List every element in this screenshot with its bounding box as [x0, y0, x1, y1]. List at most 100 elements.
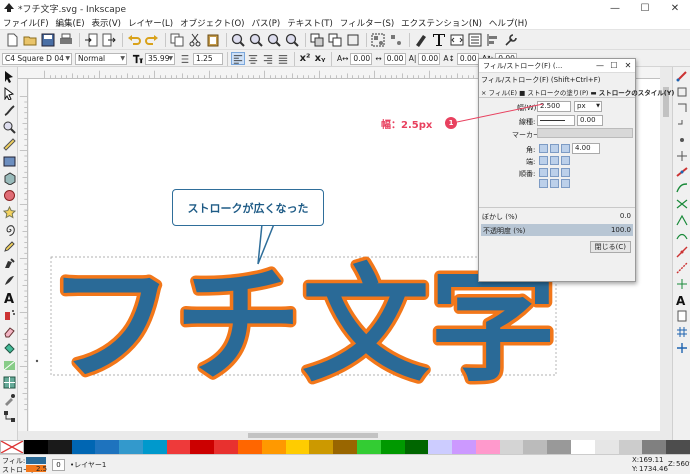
vertical-scrollbar[interactable] [660, 67, 672, 431]
align-right-button[interactable] [261, 52, 275, 65]
menu-edit[interactable]: 編集(E) [56, 17, 85, 29]
ungroup-icon[interactable] [388, 32, 404, 48]
order-button-2[interactable] [550, 168, 559, 177]
marker-selectors[interactable] [537, 128, 633, 138]
palette-swatch[interactable] [570, 440, 595, 454]
menu-help[interactable]: ヘルプ(H) [489, 17, 528, 29]
horizontal-scrollbar[interactable] [18, 431, 672, 440]
new-document-icon[interactable] [4, 32, 20, 48]
measure-tool-icon[interactable] [1, 136, 17, 152]
scroll-thumb[interactable] [248, 433, 378, 438]
unlink-clone-icon[interactable] [345, 32, 361, 48]
palette-swatch[interactable] [356, 440, 381, 454]
menu-extensions[interactable]: エクステンション(N) [401, 17, 482, 29]
tab-fill[interactable]: フィル(E) [489, 89, 518, 97]
cap-square-button[interactable] [561, 156, 570, 165]
cap-butt-button[interactable] [539, 156, 548, 165]
save-icon[interactable] [40, 32, 56, 48]
import-icon[interactable] [83, 32, 99, 48]
palette-swatch[interactable] [452, 440, 476, 454]
palette-swatch[interactable] [333, 440, 357, 454]
mesh-tool-icon[interactable] [1, 374, 17, 390]
paste-icon[interactable] [205, 32, 221, 48]
palette-swatch[interactable] [166, 440, 191, 454]
subscript-icon[interactable]: xᵧ [313, 52, 327, 65]
box3d-tool-icon[interactable] [1, 170, 17, 186]
clone-icon[interactable] [327, 32, 343, 48]
snap-bbox-corner-icon[interactable] [674, 116, 690, 131]
palette-swatch[interactable] [142, 440, 167, 454]
zoom-page-icon[interactable] [266, 32, 282, 48]
snap-paths-icon[interactable] [674, 180, 690, 195]
stroke-unit-select[interactable]: px ▼ [574, 101, 602, 112]
snap-bbox-edge-icon[interactable] [674, 100, 690, 115]
order-button-3[interactable] [561, 168, 570, 177]
rectangle-tool-icon[interactable] [1, 153, 17, 169]
menu-file[interactable]: ファイル(F) [3, 17, 49, 29]
zoom-value[interactable]: 560% [676, 460, 690, 468]
align-left-button[interactable] [231, 52, 245, 65]
snap-object-midpoints-icon[interactable] [674, 260, 690, 275]
spiral-tool-icon[interactable] [1, 221, 17, 237]
paint-bucket-tool-icon[interactable] [1, 340, 17, 356]
snap-bbox-center-icon[interactable] [674, 148, 690, 163]
menu-text[interactable]: テキスト(T) [287, 17, 333, 29]
palette-swatch[interactable] [214, 440, 239, 454]
word-spacing-input[interactable]: 0.00 [383, 52, 406, 65]
vertical-shift-input[interactable]: 0.00 [456, 52, 479, 65]
snap-nodes-icon[interactable] [674, 164, 690, 179]
line-spacing-input[interactable]: 1.25 [193, 52, 223, 65]
snap-grid-icon[interactable] [674, 324, 690, 339]
palette-swatch[interactable] [475, 440, 500, 454]
gradient-tool-icon[interactable] [1, 357, 17, 373]
menu-view[interactable]: 表示(V) [92, 17, 121, 29]
palette-swatch[interactable] [309, 440, 334, 454]
redo-icon[interactable] [144, 32, 160, 48]
preferences-icon[interactable] [503, 32, 519, 48]
group-icon[interactable] [370, 32, 386, 48]
snap-bbox-midpoint-icon[interactable] [674, 132, 690, 147]
copy-icon[interactable] [169, 32, 185, 48]
dash-offset-input[interactable]: 0.00 [577, 115, 603, 126]
snap-cusp-nodes-icon[interactable] [674, 212, 690, 227]
snap-bbox-icon[interactable] [674, 84, 690, 99]
dialog-maximize-button[interactable]: ☐ [607, 61, 621, 70]
align-distribute-icon[interactable] [485, 32, 501, 48]
tab-stroke-paint[interactable]: ストロークの塗り(P) [527, 89, 588, 97]
dialog-close-button[interactable]: ✕ [621, 61, 635, 70]
fill-stroke-icon[interactable] [413, 32, 429, 48]
connector-tool-icon[interactable] [1, 408, 17, 424]
palette-swatch[interactable] [523, 440, 548, 454]
star-tool-icon[interactable] [1, 204, 17, 220]
blur-value[interactable]: 0.0 [620, 212, 631, 220]
order-button-6[interactable] [561, 179, 570, 188]
palette-swatch[interactable] [547, 440, 571, 454]
no-paint-swatch[interactable] [0, 440, 24, 454]
palette-swatch[interactable] [95, 440, 120, 454]
ellipse-tool-icon[interactable] [1, 187, 17, 203]
superscript-icon[interactable]: x² [298, 52, 312, 65]
spray-tool-icon[interactable] [1, 306, 17, 322]
order-button-4[interactable] [539, 179, 548, 188]
palette-swatch[interactable] [47, 440, 72, 454]
open-folder-icon[interactable] [22, 32, 38, 48]
snap-intersections-icon[interactable] [674, 196, 690, 211]
text-font-icon[interactable] [431, 32, 447, 48]
snap-page-border-icon[interactable] [674, 308, 690, 323]
selector-tool-icon[interactable] [1, 68, 17, 84]
layer-selector[interactable]: •レイヤー1 [70, 460, 106, 470]
palette-swatch[interactable] [285, 440, 310, 454]
palette-swatch[interactable] [666, 440, 690, 454]
close-button[interactable]: ✕ [660, 3, 690, 14]
snap-toggle-icon[interactable] [674, 68, 690, 83]
palette-swatch[interactable] [190, 440, 215, 454]
miter-limit-input[interactable]: 4.00 [572, 143, 600, 154]
letter-spacing-input[interactable]: 0.00 [350, 52, 373, 65]
palette-swatch[interactable] [261, 440, 286, 454]
cut-icon[interactable] [187, 32, 203, 48]
cap-round-button[interactable] [550, 156, 559, 165]
font-style-combo[interactable]: Normal ▼ [75, 52, 127, 65]
snap-rotation-center-icon[interactable] [674, 276, 690, 291]
opacity-slider[interactable]: 不透明度 (%) 100.0 [481, 224, 633, 236]
snap-midpoints-icon[interactable] [674, 244, 690, 259]
